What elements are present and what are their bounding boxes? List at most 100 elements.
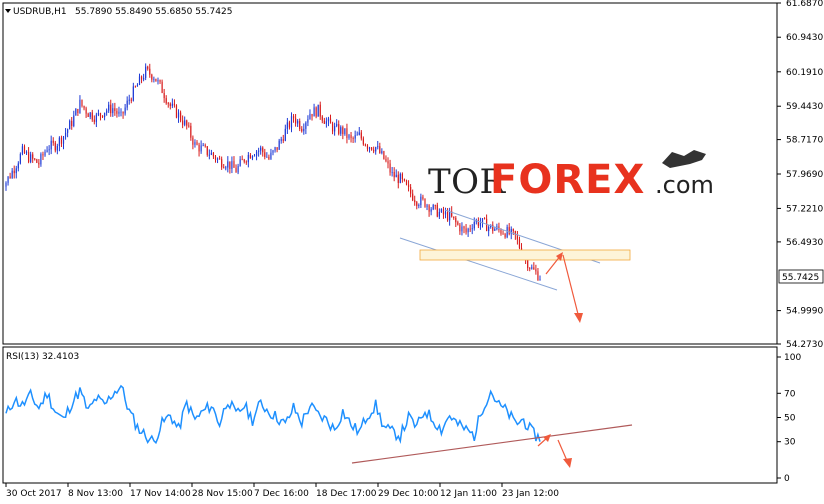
candle-body — [182, 120, 184, 125]
candle-body — [83, 105, 85, 109]
time-tick-label: 23 Jan 12:00 — [502, 489, 559, 499]
candle-body — [145, 66, 147, 78]
time-tick-label: 17 Nov 14:00 — [130, 489, 191, 499]
price-axis: 61.6870 60.9430 60.1910 59.4430 58.7170 57.96… — [777, 0, 823, 350]
candle-body — [422, 196, 424, 199]
candle-body — [161, 81, 163, 93]
candle-body — [103, 112, 106, 118]
candle-body — [126, 100, 128, 108]
candle-body — [446, 212, 449, 221]
candle-body — [239, 159, 241, 166]
candle-body — [329, 118, 332, 124]
candle-body — [188, 125, 190, 127]
candle-body — [241, 159, 243, 161]
candle-body — [32, 154, 34, 159]
candle-body — [13, 170, 15, 174]
rsi-tick-label: 0 — [784, 474, 790, 484]
candle-body — [7, 176, 9, 183]
candle-body — [81, 99, 83, 106]
candle-body — [502, 233, 504, 235]
candle-body — [516, 234, 519, 240]
candle-body — [307, 119, 309, 123]
candle-body — [30, 154, 32, 162]
candle-body — [354, 135, 356, 139]
candle-body — [52, 140, 54, 143]
candle-body — [274, 147, 276, 151]
candle-body — [303, 128, 305, 132]
candle-body — [95, 114, 97, 122]
rsi-tick-label: 30 — [784, 438, 796, 448]
candle-body — [395, 174, 397, 178]
candle-body — [219, 158, 221, 160]
rsi-series — [5, 384, 541, 445]
candle-body — [459, 224, 461, 232]
candle-body — [60, 137, 63, 144]
candle-body — [27, 152, 30, 162]
candle-body — [44, 151, 46, 156]
candle-body — [38, 162, 40, 165]
candle-body — [442, 209, 445, 215]
candle-body — [366, 145, 369, 149]
candle-body — [99, 113, 102, 116]
dropdown-triangle-icon[interactable] — [5, 9, 11, 13]
candle-body — [75, 108, 77, 116]
candle-body — [387, 161, 389, 164]
time-tick-label: 8 Nov 13:00 — [68, 489, 123, 499]
candle-body — [247, 154, 249, 163]
candle-body — [73, 115, 75, 126]
candle-body — [147, 66, 149, 69]
candle-body — [245, 161, 247, 163]
candle-body — [323, 120, 325, 124]
candle-body — [272, 150, 274, 153]
candle-body — [153, 78, 155, 80]
candle-body — [192, 137, 194, 145]
price-tick-label: 56.4930 — [786, 238, 823, 248]
arrow-down-head-icon — [574, 313, 583, 323]
candle-body — [214, 156, 217, 160]
candle-body — [186, 120, 188, 126]
candle-body — [362, 138, 364, 145]
rsi-line-path — [5, 384, 541, 445]
candle-body — [467, 228, 469, 233]
rsi-panel-frame — [2, 346, 778, 484]
candle-body — [282, 139, 284, 141]
candle-body — [229, 161, 231, 169]
candle-body — [77, 108, 79, 113]
candle-body — [262, 147, 264, 153]
candle-body — [87, 113, 89, 117]
candle-body — [284, 128, 286, 141]
candle-body — [196, 142, 198, 145]
candle-body — [210, 152, 212, 155]
candle-body — [309, 113, 311, 120]
candle-body — [165, 98, 167, 104]
candle-body — [469, 228, 471, 230]
candle-body — [305, 122, 307, 129]
candle-body — [461, 226, 463, 232]
candle-body — [130, 99, 132, 101]
candle-body — [206, 146, 208, 155]
price-tick-label: 54.2730 — [786, 340, 823, 350]
candle-body — [140, 76, 143, 80]
candle-body — [221, 159, 223, 168]
candle-body — [89, 112, 91, 117]
candle-body — [412, 193, 414, 201]
candle-body — [297, 120, 299, 124]
candle-body — [483, 218, 486, 220]
chart-canvas[interactable]: USDRUB,H1 55.7890 55.8490 55.6850 55.742… — [0, 0, 824, 504]
candle-body — [198, 144, 200, 152]
candle-body — [358, 132, 360, 135]
candle-body — [531, 267, 533, 269]
candle-body — [440, 209, 443, 212]
bull-icon — [662, 150, 706, 168]
candle-body — [535, 269, 537, 272]
candle-body — [5, 182, 7, 187]
candle-body — [288, 122, 291, 128]
candle-body — [97, 113, 100, 115]
candle-body — [414, 200, 416, 203]
candle-body — [370, 147, 373, 150]
candle-body — [122, 111, 124, 114]
candle-body — [401, 173, 403, 180]
candle-body — [124, 107, 126, 114]
candle-body — [410, 187, 412, 194]
candle-body — [19, 153, 21, 164]
